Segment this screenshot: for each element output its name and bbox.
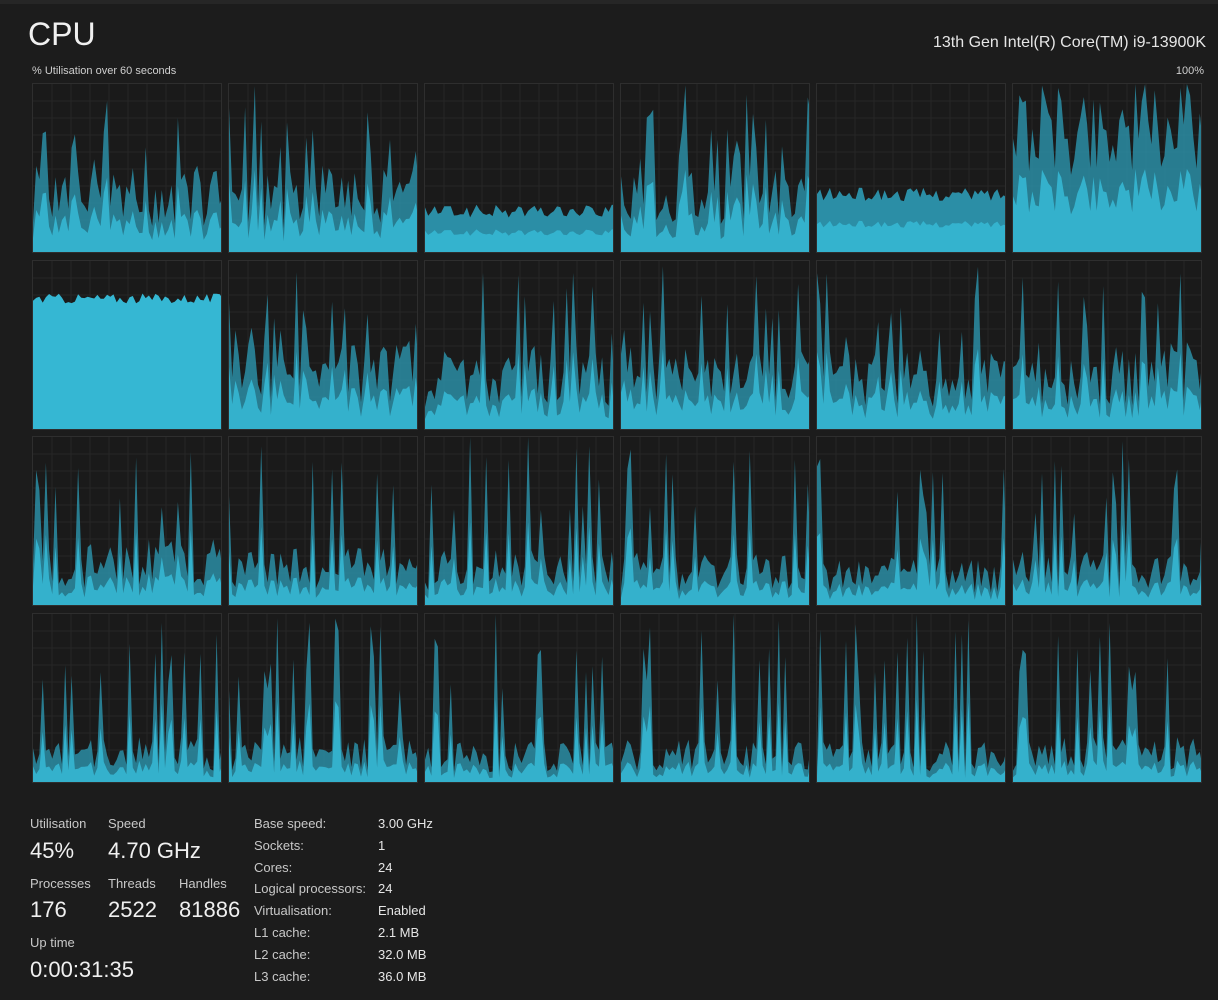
core-graph-7 <box>32 260 222 430</box>
spec-key: L1 cache: <box>254 925 311 940</box>
core-graph-6 <box>1012 83 1202 253</box>
core-graph-19 <box>32 613 222 783</box>
core-graph-svg <box>229 84 417 252</box>
utilisation-value: 45% <box>30 838 75 863</box>
handles-label: Handles <box>179 876 227 891</box>
core-graph-8 <box>228 260 418 430</box>
core-graph-5 <box>816 83 1006 253</box>
kernel-time-area <box>817 220 1005 252</box>
spec-key: Cores: <box>254 860 293 875</box>
spec-key: Logical processors: <box>254 881 366 896</box>
uptime-label: Up time <box>30 935 75 950</box>
spec-value: Enabled <box>378 903 426 918</box>
core-graph-14 <box>228 436 418 606</box>
spec-value: 36.0 MB <box>378 969 427 984</box>
core-graph-20 <box>228 613 418 783</box>
core-graph-svg <box>229 437 417 605</box>
core-graph-svg <box>817 614 1005 782</box>
core-graph-1 <box>32 83 222 253</box>
core-graph-svg <box>425 261 613 429</box>
core-graph-svg <box>817 84 1005 252</box>
spec-value: 2.1 MB <box>378 925 420 940</box>
core-graph-svg <box>425 437 613 605</box>
core-graph-9 <box>424 260 614 430</box>
spec-value: 24 <box>378 881 393 896</box>
core-graph-svg <box>33 84 221 252</box>
core-graph-13 <box>32 436 222 606</box>
processes-label: Processes <box>30 876 91 891</box>
core-graph-svg <box>229 261 417 429</box>
speed-label: Speed <box>108 816 146 831</box>
core-graph-17 <box>816 436 1006 606</box>
core-graph-svg <box>817 437 1005 605</box>
core-graph-15 <box>424 436 614 606</box>
utilisation-label: Utilisation <box>30 816 87 831</box>
core-graph-svg <box>621 437 809 605</box>
core-graph-4 <box>620 83 810 253</box>
logical-processor-graphs <box>0 0 1218 800</box>
core-graph-22 <box>620 613 810 783</box>
core-graph-svg <box>1013 84 1201 252</box>
threads-label: Threads <box>108 876 156 891</box>
spec-value: 32.0 MB <box>378 947 427 962</box>
core-graph-svg <box>1013 261 1201 429</box>
core-graph-svg <box>621 261 809 429</box>
core-graph-svg <box>33 614 221 782</box>
core-graph-21 <box>424 613 614 783</box>
spec-key: Sockets: <box>254 838 304 853</box>
spec-key: Virtualisation: <box>254 903 332 918</box>
spec-value: 1 <box>378 838 386 853</box>
core-graph-2 <box>228 83 418 253</box>
core-graph-23 <box>816 613 1006 783</box>
core-graph-18 <box>1012 436 1202 606</box>
core-graph-3 <box>424 83 614 253</box>
core-graph-svg <box>1013 437 1201 605</box>
core-graph-svg <box>621 614 809 782</box>
spec-key: L2 cache: <box>254 947 311 962</box>
core-graph-svg <box>621 84 809 252</box>
core-graph-svg <box>33 261 221 429</box>
core-graph-svg <box>425 84 613 252</box>
core-graph-10 <box>620 260 810 430</box>
utilisation-area <box>33 293 221 429</box>
core-graph-svg <box>33 437 221 605</box>
core-graph-12 <box>1012 260 1202 430</box>
core-graph-24 <box>1012 613 1202 783</box>
threads-value: 2522 <box>108 897 157 922</box>
core-graph-16 <box>620 436 810 606</box>
core-graph-11 <box>816 260 1006 430</box>
handles-value: 81886 <box>179 897 241 922</box>
core-graph-svg <box>817 261 1005 429</box>
spec-key: L3 cache: <box>254 969 311 984</box>
core-graph-svg <box>1013 614 1201 782</box>
core-graph-svg <box>229 614 417 782</box>
spec-value: 3.00 GHz <box>378 816 433 831</box>
core-graph-svg <box>425 614 613 782</box>
spec-key: Base speed: <box>254 816 327 831</box>
processes-value: 176 <box>30 897 67 922</box>
uptime-value: 0:00:31:35 <box>30 957 134 982</box>
speed-value: 4.70 GHz <box>108 838 201 863</box>
spec-value: 24 <box>378 860 393 875</box>
